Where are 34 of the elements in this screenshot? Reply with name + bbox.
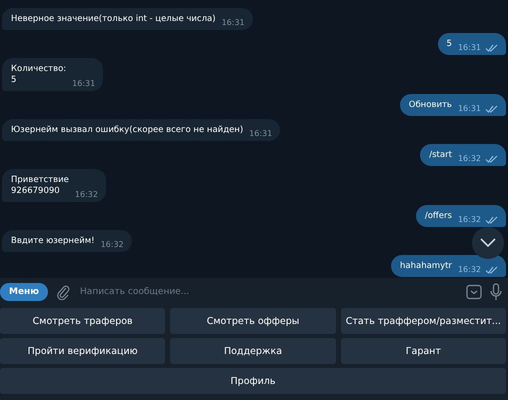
message-text: Юзернейм вызвал ошибку(скорее всего не найден) <box>11 124 244 137</box>
paperclip-icon[interactable] <box>56 284 70 300</box>
message-time: 16:32 <box>458 153 481 164</box>
message-text: Ввдите юзернейм! <box>11 235 95 248</box>
keyboard-button[interactable]: Стать траффером/разместит... <box>340 308 506 334</box>
scroll-down-button[interactable] <box>472 227 504 259</box>
keyboard-button[interactable]: Смотреть офферы <box>170 308 336 334</box>
message-text: Приветствие 926679090 <box>11 174 69 198</box>
message-text: /start <box>429 149 452 162</box>
microphone-icon[interactable] <box>490 283 502 301</box>
message-time: 16:32 <box>74 189 98 200</box>
message-time: 16:31 <box>72 78 96 89</box>
message-text: Количество: 5 <box>11 63 66 87</box>
message-text: Обновить <box>408 99 452 112</box>
message-time: 16:32 <box>458 264 481 275</box>
message-input[interactable]: Написать сообщение... <box>78 286 458 298</box>
message-time: 16:31 <box>249 128 272 139</box>
chevron-down-icon[interactable] <box>480 238 496 248</box>
message-time: 16:31 <box>222 17 245 28</box>
message-text: hahahamytr <box>400 260 452 273</box>
keyboard-button[interactable]: Пройти верификацию <box>0 338 166 364</box>
message-text: /offers <box>424 210 452 223</box>
message-time: 16:32 <box>458 214 481 225</box>
message-time: 16:31 <box>458 42 481 53</box>
keyboard-button[interactable]: Гарант <box>340 338 506 364</box>
message-time: 16:31 <box>458 103 481 114</box>
menu-button[interactable]: Меню <box>0 283 48 301</box>
message-time: 16:32 <box>100 239 124 250</box>
message-text: Неверное значение(только int - целые числа) <box>11 13 216 26</box>
keyboard-button[interactable]: Поддержка <box>170 338 336 364</box>
keyboard-button[interactable]: Профиль <box>0 368 506 394</box>
message-text: 5 <box>446 38 452 51</box>
keyboard-toggle-icon[interactable] <box>466 284 482 300</box>
keyboard-button[interactable]: Смотреть траферов <box>0 308 166 334</box>
